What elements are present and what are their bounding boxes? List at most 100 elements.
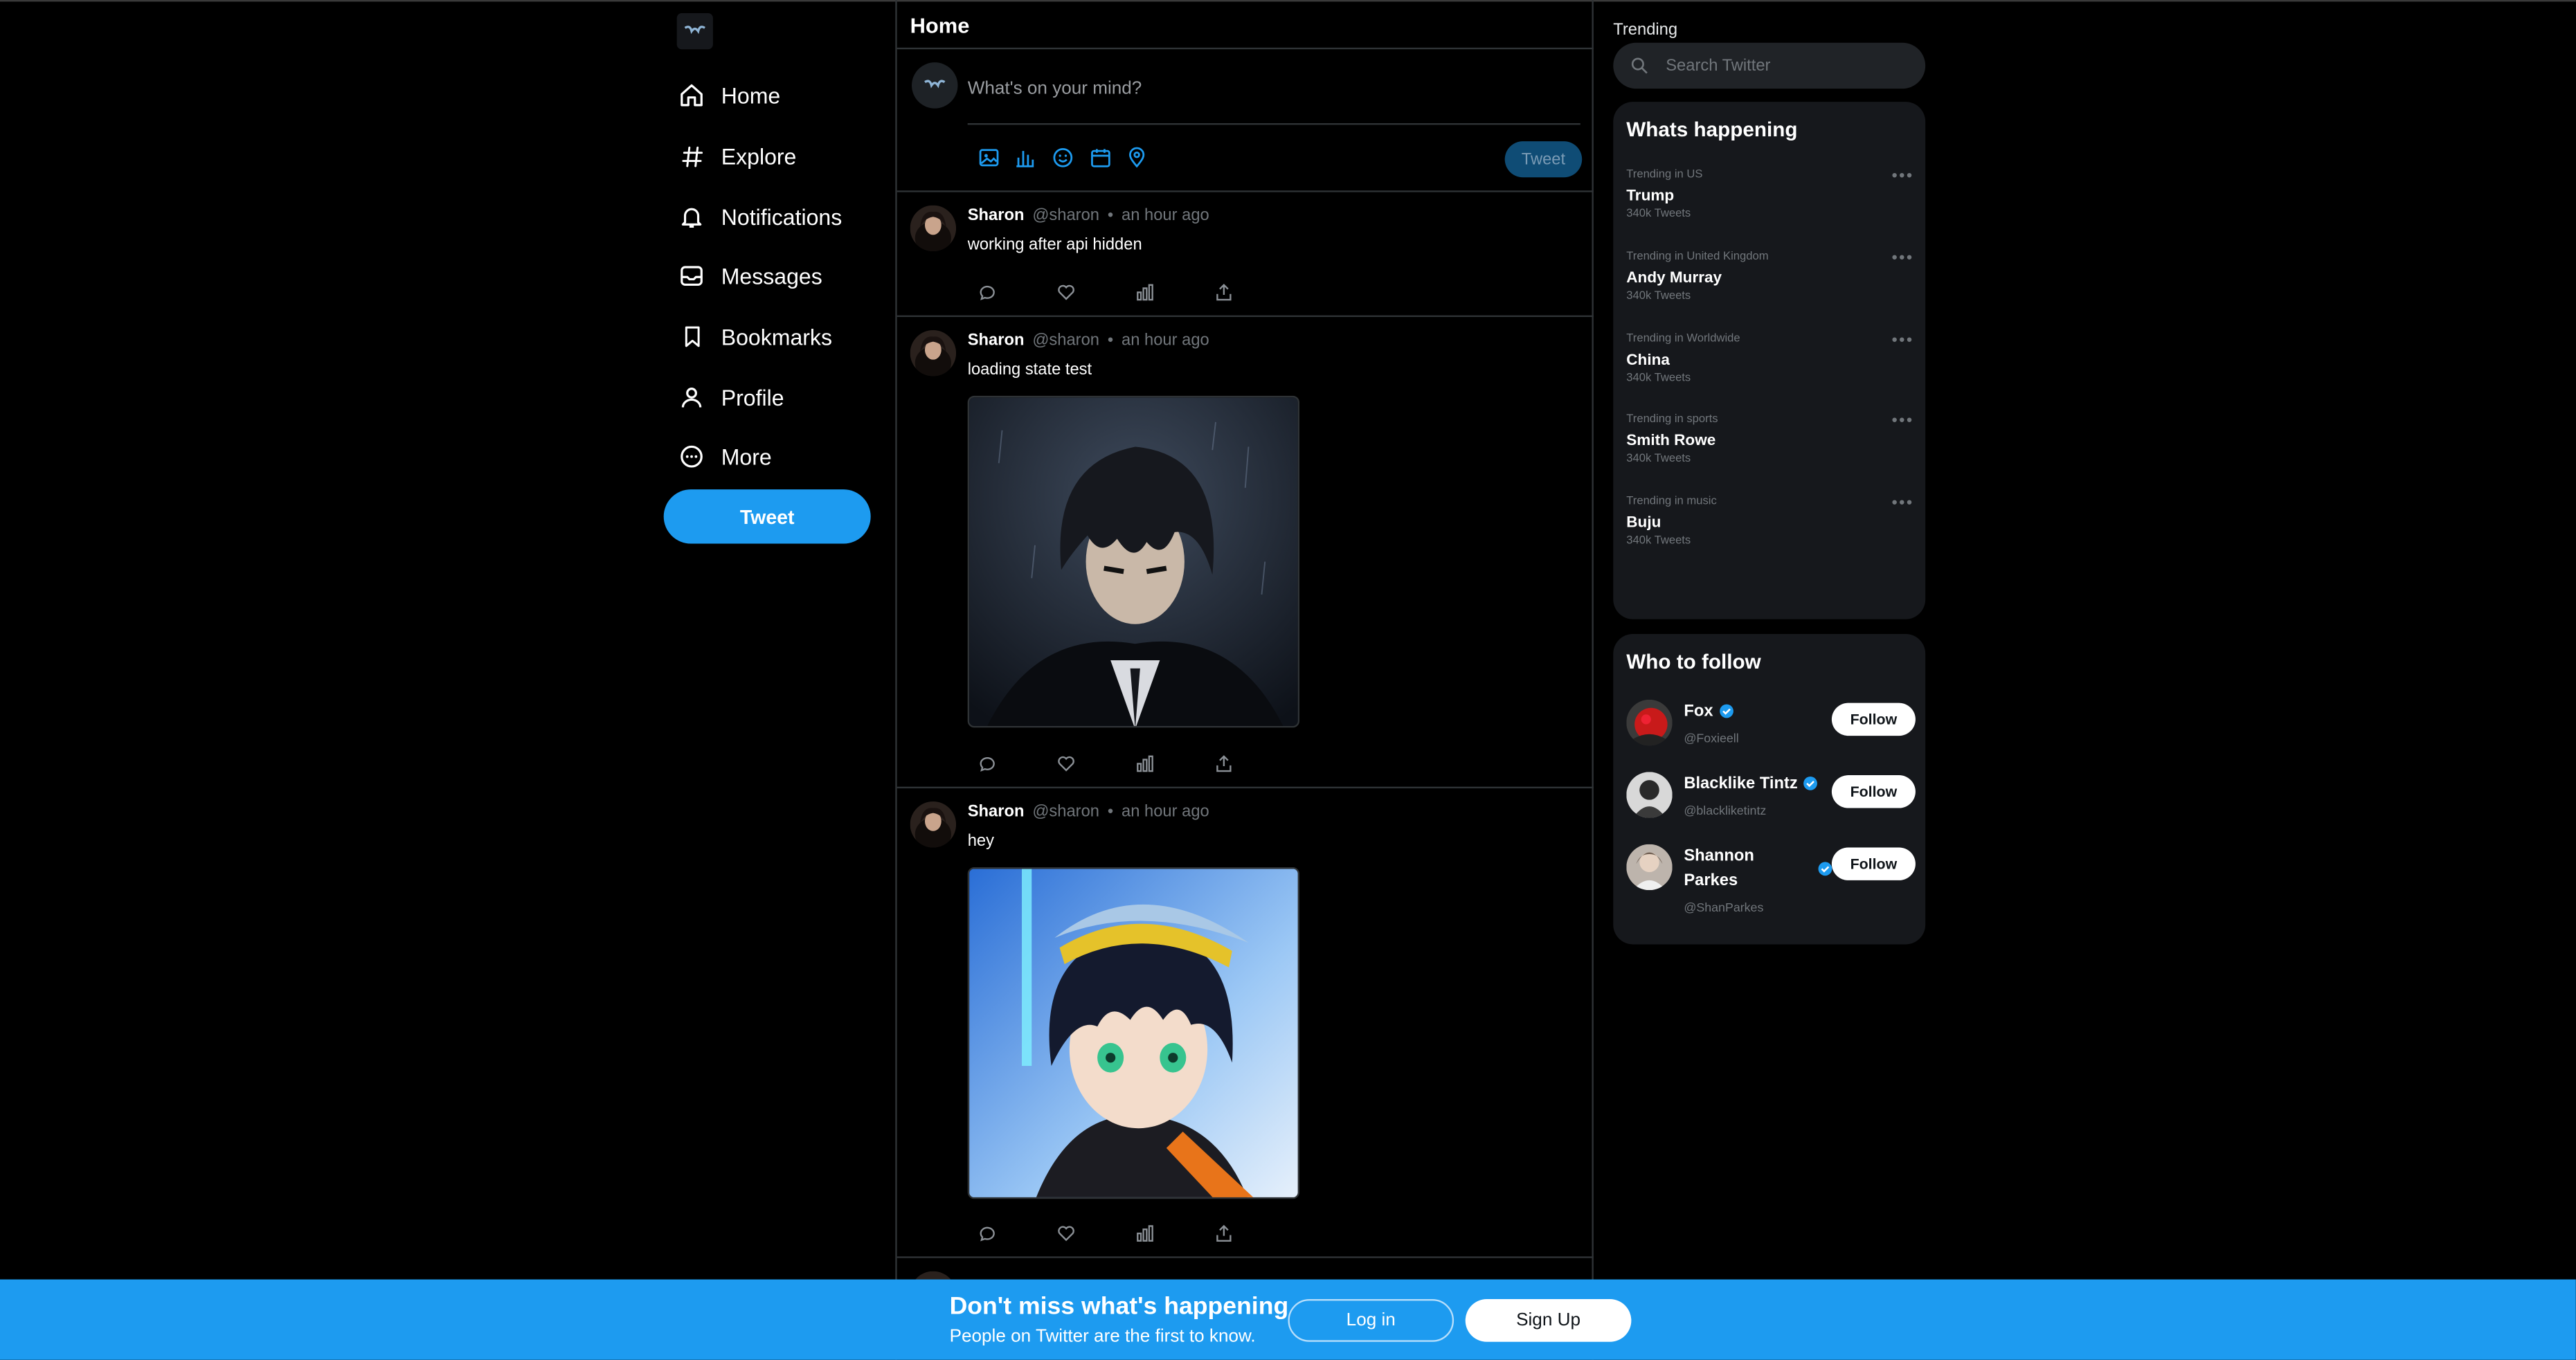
schedule-icon[interactable]: [1089, 146, 1112, 169]
bookmark-icon: [677, 322, 707, 352]
hashtag-icon: [677, 141, 707, 171]
trend-item[interactable]: Trending in music Buju 340k Tweets •••: [1626, 494, 1913, 568]
more-dots-icon[interactable]: •••: [1891, 332, 1913, 350]
like-icon[interactable]: [1056, 1224, 1076, 1243]
trend-name: Smith Rowe: [1626, 432, 1716, 451]
reply-icon[interactable]: [978, 1224, 997, 1243]
post-actions: [978, 754, 1257, 777]
follow-handle: @Foxieell: [1684, 730, 1739, 746]
like-icon[interactable]: [1056, 282, 1076, 302]
app-root: Home Explore Notifications Messages Book…: [0, 0, 2576, 1360]
nav-home[interactable]: Home: [677, 71, 781, 120]
tweet-post[interactable]: Sharon @sharon • an hour ago loading sta…: [897, 317, 1594, 789]
trend-context: Trending in United Kingdom: [1626, 251, 1769, 263]
feed-header: Home: [897, 0, 1594, 50]
signup-button[interactable]: Sign Up: [1465, 1299, 1632, 1342]
author-name[interactable]: Sharon: [968, 332, 1025, 350]
trend-name: Andy Murray: [1626, 269, 1722, 288]
separator-dot: •: [1107, 332, 1114, 350]
inbox-icon: [677, 261, 707, 291]
banner-title: Don't miss what's happening: [949, 1292, 1289, 1321]
avatar[interactable]: [910, 801, 957, 848]
nav-messages-label: Messages: [721, 263, 822, 289]
search-icon: [1630, 56, 1649, 75]
post-header: Sharon @sharon • an hour ago: [968, 207, 1209, 225]
tweet-post[interactable]: Sharon @sharon • an hour ago working aft…: [897, 192, 1594, 317]
post-actions: [978, 282, 1257, 305]
separator-dot: •: [1107, 803, 1114, 822]
trend-item[interactable]: Trending in sports Smith Rowe 340k Tweet…: [1626, 412, 1913, 486]
avatar[interactable]: [1626, 772, 1673, 818]
follow-name-text: Fox: [1684, 702, 1713, 721]
nav-home-label: Home: [721, 82, 781, 108]
nav-messages[interactable]: Messages: [677, 251, 822, 300]
more-dots-icon[interactable]: •••: [1891, 250, 1913, 268]
share-icon[interactable]: [1214, 1224, 1234, 1243]
follow-button[interactable]: Follow: [1831, 702, 1916, 736]
author-handle: @sharon: [1032, 206, 1099, 226]
nav-notifications[interactable]: Notifications: [677, 192, 842, 242]
nav-more[interactable]: More: [677, 432, 772, 481]
post-timestamp: an hour ago: [1122, 332, 1209, 350]
author-handle: @sharon: [1032, 803, 1099, 822]
more-dots-icon[interactable]: •••: [1891, 167, 1913, 185]
reply-icon[interactable]: [978, 754, 997, 773]
follow-name: Fox: [1684, 700, 1734, 725]
emoji-icon[interactable]: [1052, 146, 1074, 169]
follow-button[interactable]: Follow: [1831, 775, 1916, 808]
post-image[interactable]: [967, 867, 1300, 1199]
follow-button[interactable]: Follow: [1831, 847, 1916, 880]
tweet-composer: Tweet: [897, 49, 1594, 192]
image-icon[interactable]: [978, 146, 1000, 169]
trending-label: Trending: [1613, 21, 1678, 39]
views-icon[interactable]: [1135, 754, 1155, 773]
trend-item[interactable]: Trending in United Kingdom Andy Murray 3…: [1626, 250, 1913, 323]
avatar[interactable]: [1626, 844, 1673, 891]
sidebar-tweet-button[interactable]: Tweet: [663, 489, 871, 544]
views-icon[interactable]: [1135, 282, 1155, 302]
share-icon[interactable]: [1214, 282, 1234, 302]
reply-icon[interactable]: [978, 282, 997, 302]
app-logo[interactable]: [676, 12, 713, 50]
location-icon[interactable]: [1126, 146, 1149, 169]
follow-name: Shannon Parkes: [1684, 847, 1754, 891]
author-name[interactable]: Sharon: [968, 207, 1025, 225]
post-text: loading state test: [967, 361, 1092, 380]
composer-tweet-button[interactable]: Tweet: [1504, 141, 1583, 178]
tweet-post[interactable]: Sharon @sharon • an hour ago hey: [897, 788, 1594, 1258]
follow-suggestion[interactable]: Fox @Foxieell Follow: [1626, 699, 1916, 756]
nav-profile[interactable]: Profile: [677, 373, 784, 422]
follow-handle: @blackliketintz: [1684, 803, 1767, 818]
more-dots-icon[interactable]: •••: [1891, 494, 1913, 512]
share-icon[interactable]: [1214, 754, 1234, 773]
nav-more-label: More: [721, 444, 772, 469]
nav-explore[interactable]: Explore: [677, 132, 796, 181]
more-dots-icon[interactable]: •••: [1891, 412, 1913, 430]
poll-icon[interactable]: [1014, 146, 1036, 169]
avatar[interactable]: [910, 329, 957, 377]
views-icon[interactable]: [1135, 1224, 1155, 1243]
login-button[interactable]: Log in: [1288, 1299, 1454, 1342]
search-bar[interactable]: [1613, 42, 1926, 89]
trend-name: Buju: [1626, 514, 1661, 532]
composer-input[interactable]: [967, 64, 1576, 114]
post-header: Sharon @sharon • an hour ago: [968, 803, 1209, 821]
trend-item[interactable]: Trending in Worldwide China 340k Tweets …: [1626, 332, 1913, 406]
follow-suggestion[interactable]: Blacklike Tintz @blackliketintz Follow: [1626, 772, 1916, 828]
like-icon[interactable]: [1056, 754, 1076, 773]
avatar[interactable]: [1626, 699, 1673, 746]
avatar[interactable]: [910, 205, 957, 252]
trend-item[interactable]: Trending in US Trump 340k Tweets •••: [1626, 167, 1913, 241]
signup-banner: Don't miss what's happening People on Tw…: [0, 1279, 2576, 1360]
who-to-follow-panel: Who to follow Fox @Foxieell Follow Black…: [1613, 633, 1926, 945]
follow-suggestion[interactable]: Shannon Parkes @ShanParkes Follow: [1626, 844, 1916, 923]
post-image[interactable]: [967, 395, 1300, 728]
author-name[interactable]: Sharon: [968, 803, 1025, 821]
search-input[interactable]: [1662, 51, 1909, 81]
trend-count: 340k Tweets: [1626, 453, 1691, 465]
banner-subtitle: People on Twitter are the first to know.: [949, 1327, 1256, 1347]
trend-context: Trending in Worldwide: [1626, 333, 1740, 345]
trend-context: Trending in music: [1626, 496, 1717, 508]
nav-bookmarks[interactable]: Bookmarks: [677, 312, 832, 361]
follow-handle: @ShanParkes: [1684, 900, 1764, 915]
